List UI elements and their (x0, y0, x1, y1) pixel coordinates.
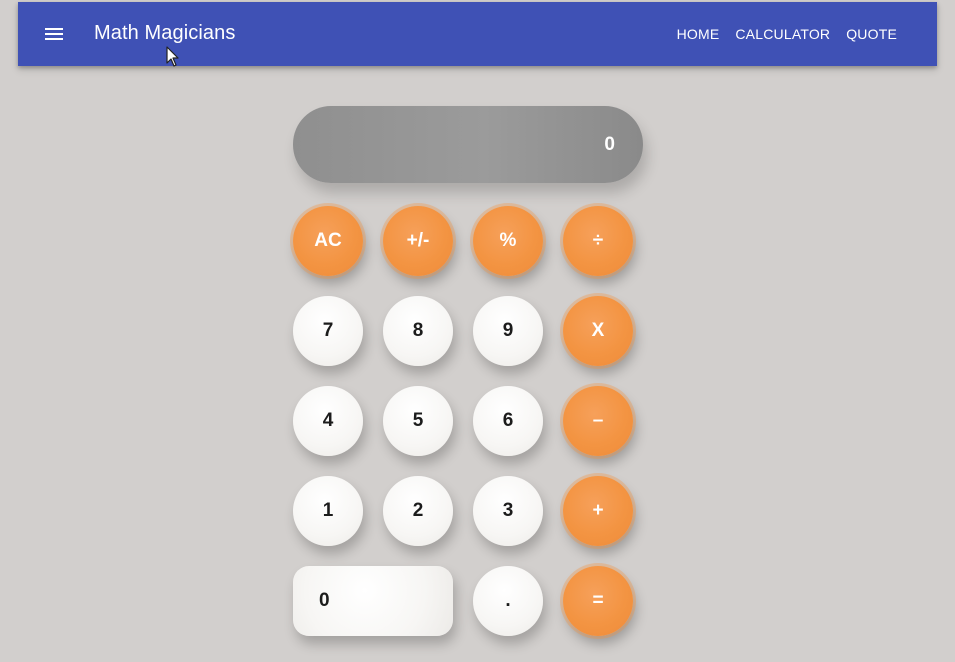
app-bar: Math Magicians HOME CALCULATOR QUOTE (18, 2, 937, 66)
subtract-button[interactable]: – (563, 386, 633, 456)
digit-2-button[interactable]: 2 (383, 476, 453, 546)
digit-9-button[interactable]: 9 (473, 296, 543, 366)
digit-5-button[interactable]: 5 (383, 386, 453, 456)
nav-calculator-link[interactable]: CALCULATOR (735, 26, 830, 42)
clear-button[interactable]: AC (293, 206, 363, 276)
divide-button[interactable]: ÷ (563, 206, 633, 276)
digit-6-button[interactable]: 6 (473, 386, 543, 456)
menu-icon[interactable] (45, 28, 63, 42)
digit-0-button[interactable]: 0 (293, 566, 453, 636)
percent-button[interactable]: % (473, 206, 543, 276)
add-button[interactable]: + (563, 476, 633, 546)
toggle-sign-button[interactable]: +/- (383, 206, 453, 276)
nav-home-link[interactable]: HOME (677, 26, 720, 42)
mouse-pointer-icon (166, 46, 179, 67)
nav-quote-link[interactable]: QUOTE (846, 26, 897, 42)
decimal-button[interactable]: . (473, 566, 543, 636)
calculator-display: 0 (293, 106, 643, 183)
digit-8-button[interactable]: 8 (383, 296, 453, 366)
multiply-button[interactable]: X (563, 296, 633, 366)
display-value: 0 (604, 134, 615, 155)
digit-3-button[interactable]: 3 (473, 476, 543, 546)
digit-4-button[interactable]: 4 (293, 386, 363, 456)
app-title: Math Magicians (94, 22, 236, 44)
equals-button[interactable]: = (563, 566, 633, 636)
digit-7-button[interactable]: 7 (293, 296, 363, 366)
digit-1-button[interactable]: 1 (293, 476, 363, 546)
main-nav: HOME CALCULATOR QUOTE (677, 26, 897, 42)
